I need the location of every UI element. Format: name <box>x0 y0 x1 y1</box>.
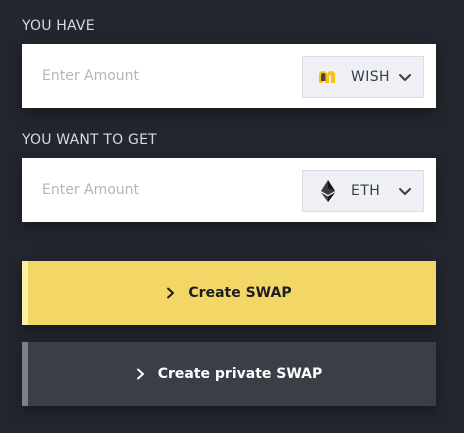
create-private-swap-label: Create private SWAP <box>157 366 323 382</box>
button-edge <box>22 342 28 406</box>
you-have-field: WISH <box>22 44 436 108</box>
chevron-right-icon <box>166 286 178 300</box>
chevron-right-icon <box>136 367 148 381</box>
you-have-token-name: WISH <box>351 69 390 85</box>
you-want-to-get-token-name: ETH <box>351 183 381 199</box>
you-have-token-select[interactable]: WISH <box>302 56 424 98</box>
you-want-to-get-amount-input[interactable] <box>22 158 292 222</box>
create-swap-label: Create SWAP <box>188 285 292 301</box>
you-want-to-get-label: YOU WANT TO GET <box>22 132 157 148</box>
ethereum-icon <box>317 180 339 202</box>
create-private-swap-button[interactable]: Create private SWAP <box>22 342 436 406</box>
you-want-to-get-token-select[interactable]: ETH <box>302 170 424 212</box>
you-have-label: YOU HAVE <box>22 18 95 34</box>
button-edge <box>22 261 28 325</box>
you-want-to-get-field: ETH <box>22 158 436 222</box>
wish-logo-icon <box>317 66 339 88</box>
chevron-down-icon <box>399 74 411 81</box>
you-have-amount-input[interactable] <box>22 44 292 108</box>
create-swap-button[interactable]: Create SWAP <box>22 261 436 325</box>
chevron-down-icon <box>399 188 411 195</box>
